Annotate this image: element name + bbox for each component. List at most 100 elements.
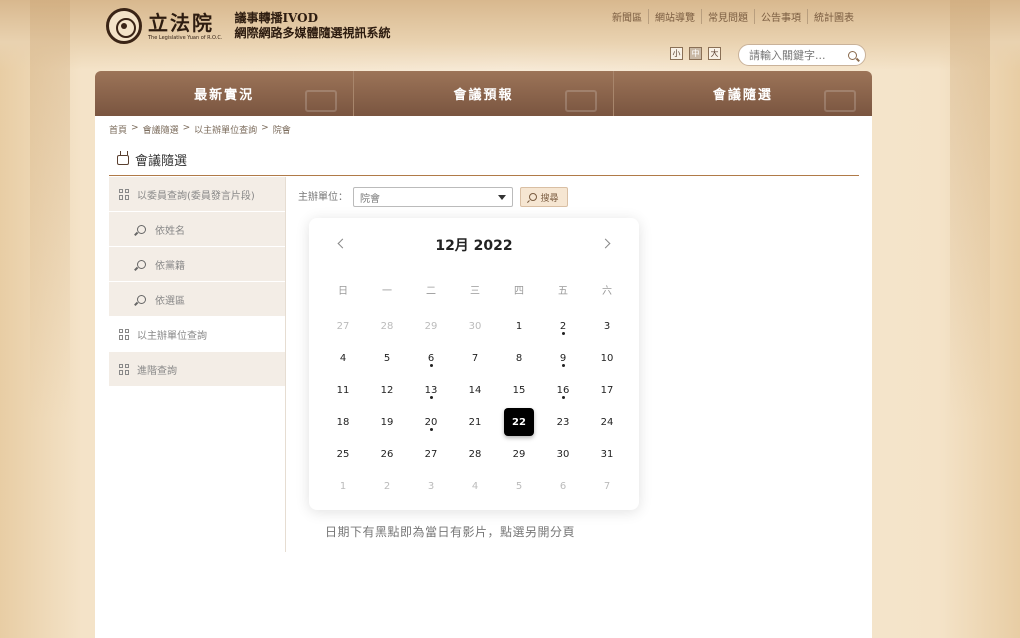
font-small-button[interactable]: 小: [670, 47, 683, 60]
calendar-day[interactable]: 3: [409, 470, 453, 502]
calendar-day[interactable]: 10: [585, 342, 629, 374]
calendar-day[interactable]: 12: [365, 374, 409, 406]
breadcrumb: 首頁 > 會議隨選 > 以主辦單位查詢 > 院會: [109, 123, 291, 136]
calendar-day[interactable]: 6: [541, 470, 585, 502]
calendar-day[interactable]: 15: [497, 374, 541, 406]
sidebar-item-by-unit[interactable]: 以主辦單位查詢: [109, 317, 285, 352]
calendar-day[interactable]: 31: [585, 438, 629, 470]
calendar-day[interactable]: 18: [321, 406, 365, 438]
calendar-day[interactable]: 30: [541, 438, 585, 470]
keyword-search: [738, 44, 866, 66]
calendar-day[interactable]: 4: [321, 342, 365, 374]
calendar-day[interactable]: 14: [453, 374, 497, 406]
camera-icon: [305, 90, 338, 112]
breadcrumb-by-unit[interactable]: 以主辦單位查詢: [194, 123, 257, 136]
search-icon: [137, 294, 146, 304]
calendar-day[interactable]: 28: [453, 438, 497, 470]
nav-live[interactable]: 最新實況: [95, 71, 353, 116]
breadcrumb-on-demand[interactable]: 會議隨選: [143, 123, 179, 136]
calendar-day[interactable]: 21: [453, 406, 497, 438]
top-link-news[interactable]: 新聞區: [606, 9, 648, 24]
logo-text: 立法院: [148, 11, 214, 35]
tv-icon: [823, 90, 856, 112]
calendar-day[interactable]: 8: [497, 342, 541, 374]
calendar-day-selected[interactable]: 22: [497, 406, 541, 438]
calendar-day[interactable]: 27: [321, 310, 365, 342]
calendar-day[interactable]: 20: [409, 406, 453, 438]
nav-schedule[interactable]: 會議預報: [353, 71, 612, 116]
system-title: 議事轉播IVOD 網際網路多媒體隨選視訊系統: [234, 11, 391, 40]
breadcrumb-current: 院會: [272, 126, 291, 136]
sidebar-item-by-party[interactable]: 依黨籍: [109, 247, 285, 282]
calendar-day[interactable]: 28: [365, 310, 409, 342]
chevron-down-icon: [498, 194, 506, 200]
video-available-dot: [561, 396, 565, 399]
nav-on-demand[interactable]: 會議隨選: [612, 71, 872, 116]
top-link-statistics[interactable]: 統計圖表: [807, 9, 860, 24]
logo-subtitle: The Legislative Yuan of R.O.C.: [148, 35, 223, 41]
calendar-hint: 日期下有黑點即為當日有影片，點選另開分頁: [325, 525, 576, 539]
sidebar: 以委員查詢(委員發言片段) 依姓名 依黨籍 依選區 以主辦單位查詢 進階查詢: [109, 177, 285, 387]
calendar-day[interactable]: 9: [541, 342, 585, 374]
calendar-day[interactable]: 13: [409, 374, 453, 406]
sidebar-divider: [285, 177, 286, 552]
calendar-day[interactable]: 16: [541, 374, 585, 406]
calendar-day[interactable]: 17: [585, 374, 629, 406]
calendar-day[interactable]: 29: [497, 438, 541, 470]
grid-icon: [119, 328, 130, 340]
calendar-day[interactable]: 2: [541, 310, 585, 342]
calendar-day[interactable]: 2: [365, 470, 409, 502]
video-available-dot: [429, 396, 433, 399]
keyword-search-input[interactable]: [749, 48, 848, 62]
sidebar-item-advanced[interactable]: 進階查詢: [109, 352, 285, 387]
calendar-day[interactable]: 30: [453, 310, 497, 342]
unit-select[interactable]: 院會: [353, 187, 513, 207]
site-logo[interactable]: 立法院 The Legislative Yuan of R.O.C. 議事轉播I…: [106, 8, 390, 44]
calendar-day[interactable]: 6: [409, 342, 453, 374]
calendar-day[interactable]: 5: [497, 470, 541, 502]
calendar-header: 12月 2022: [309, 236, 639, 256]
calendar-day[interactable]: 7: [585, 470, 629, 502]
font-size-controls: 小 中 大: [670, 47, 721, 60]
background-pillar: [30, 0, 70, 420]
breadcrumb-home[interactable]: 首頁: [109, 123, 127, 136]
font-large-button[interactable]: 大: [708, 47, 721, 60]
background-pillar: [950, 0, 990, 420]
sidebar-item-by-name[interactable]: 依姓名: [109, 212, 285, 247]
video-available-dot: [561, 332, 565, 335]
grid-icon: [119, 188, 130, 200]
search-icon: [137, 259, 146, 269]
search-icon: [137, 224, 146, 234]
calendar-day[interactable]: 23: [541, 406, 585, 438]
calendar-day[interactable]: 24: [585, 406, 629, 438]
calendar-day[interactable]: 1: [321, 470, 365, 502]
calendar-day[interactable]: 1: [497, 310, 541, 342]
video-available-dot: [561, 364, 565, 367]
sidebar-item-by-member[interactable]: 以委員查詢(委員發言片段): [109, 177, 285, 212]
unit-label: 主辦單位：: [298, 192, 348, 203]
calendar-day[interactable]: 29: [409, 310, 453, 342]
main-nav: 最新實況 會議預報 會議隨選: [95, 71, 872, 116]
top-link-sitemap[interactable]: 網站導覽: [648, 9, 701, 24]
search-button[interactable]: 搜尋: [520, 187, 568, 207]
calendar-day[interactable]: 27: [409, 438, 453, 470]
calendar-day[interactable]: 25: [321, 438, 365, 470]
schedule-icon: [564, 90, 597, 112]
font-medium-button[interactable]: 中: [689, 47, 702, 60]
search-icon[interactable]: [848, 50, 857, 60]
calendar-day[interactable]: 19: [365, 406, 409, 438]
sidebar-item-by-district[interactable]: 依選區: [109, 282, 285, 317]
page-title: 會議隨選: [117, 150, 187, 169]
calendar-day[interactable]: 5: [365, 342, 409, 374]
calendar-day[interactable]: 26: [365, 438, 409, 470]
calendar-day[interactable]: 7: [453, 342, 497, 374]
calendar-day[interactable]: 4: [453, 470, 497, 502]
seal-icon: [106, 8, 142, 44]
calendar-month-title: 12月 2022: [435, 238, 513, 254]
top-link-faq[interactable]: 常見問題: [701, 9, 754, 24]
calendar-day[interactable]: 3: [585, 310, 629, 342]
search-icon: [529, 193, 538, 201]
calendar-day[interactable]: 11: [321, 374, 365, 406]
top-links: 新聞區 網站導覽 常見問題 公告事項 統計圖表: [606, 9, 860, 24]
top-link-announcements[interactable]: 公告事項: [754, 9, 807, 24]
